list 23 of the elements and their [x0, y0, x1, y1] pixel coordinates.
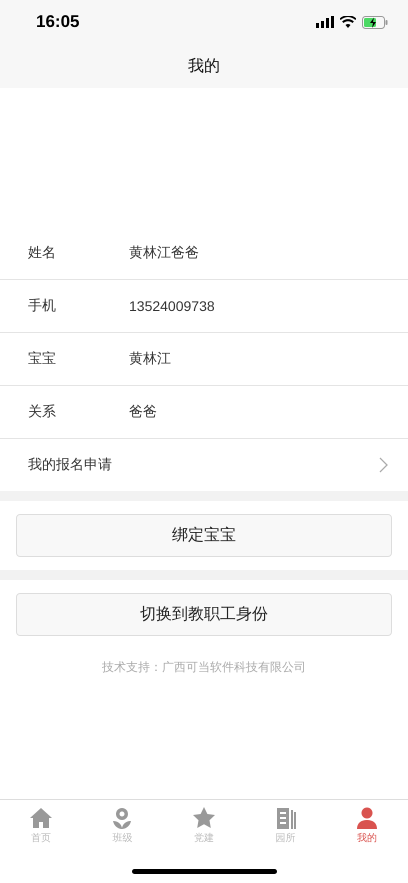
- application-row[interactable]: 我的报名申请: [0, 439, 408, 491]
- person-icon: [355, 806, 380, 830]
- wifi-icon: [340, 16, 356, 28]
- field-value: 13524009738: [129, 298, 215, 314]
- chevron-icon: [379, 457, 388, 473]
- tab[interactable]: 我的: [326, 800, 408, 850]
- footer-text: 技术支持：广西可当软件科技有限公司: [101, 659, 307, 676]
- house-icon: [28, 806, 53, 830]
- row-label: 我的报名申请: [28, 456, 112, 474]
- field-label: 宝宝: [28, 350, 57, 368]
- action-button[interactable]: 绑定宝宝: [16, 514, 392, 557]
- battery-icon: [362, 16, 388, 28]
- field-label: 关系: [28, 403, 57, 421]
- field-label: 手机: [28, 297, 57, 315]
- status-time: 16:05: [36, 12, 80, 32]
- field-value: 黄林江: [129, 350, 171, 368]
- field-value: 黄林江爸爸: [129, 244, 199, 262]
- field-value: 爸爸: [129, 403, 157, 421]
- field-label: 姓名: [28, 244, 57, 262]
- star-icon: [192, 806, 216, 830]
- page-title: 我的: [188, 56, 220, 76]
- action-button[interactable]: 切换到教职工身份: [16, 593, 392, 636]
- signal-icon: [316, 16, 334, 28]
